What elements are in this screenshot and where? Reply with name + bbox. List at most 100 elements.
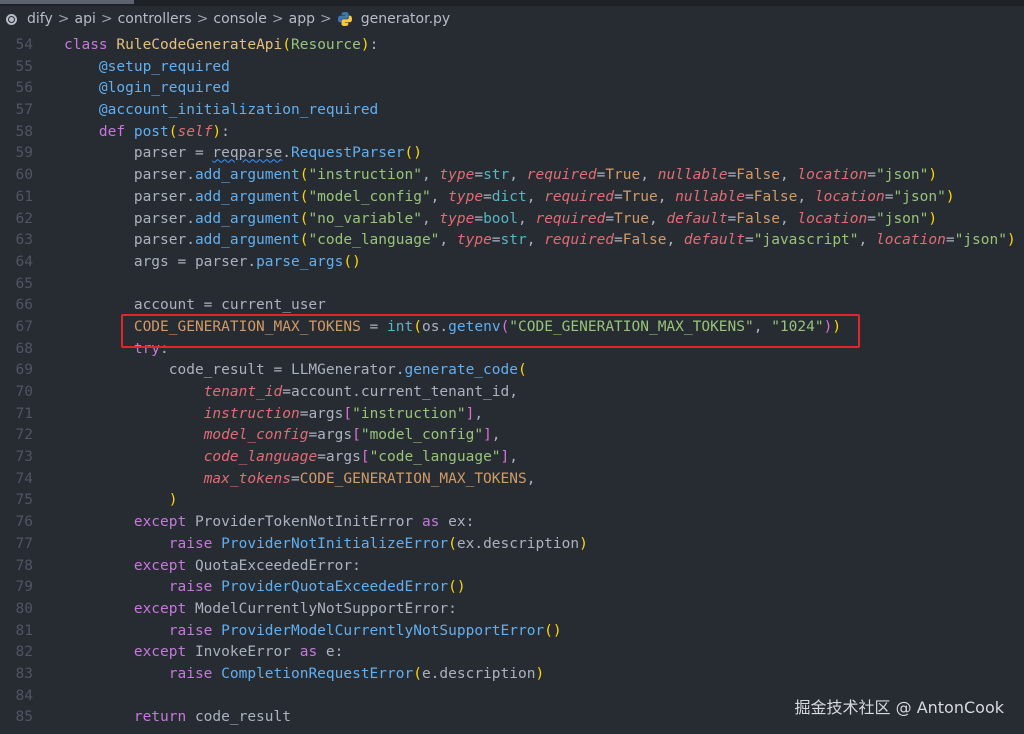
code-line[interactable]: 75 ) [0, 490, 1024, 512]
code-token: ( [413, 665, 422, 682]
code-token: required [535, 210, 606, 227]
code-line[interactable]: 77 raise ProviderNotInitializeError(ex.d… [0, 534, 1024, 556]
code-line[interactable]: 83 raise CompletionRequestError(e.descri… [0, 664, 1024, 686]
line-source: except QuotaExceededError: [64, 556, 361, 578]
code-token: type [456, 232, 492, 249]
code-token: = [727, 167, 737, 184]
code-line[interactable]: 70 tenant_id=account.current_tenant_id, [0, 382, 1024, 404]
code-token: , [666, 232, 684, 249]
code-line[interactable]: 78 except QuotaExceededError: [0, 556, 1024, 578]
breadcrumb-file[interactable]: generator.py [361, 11, 450, 27]
code-token: dict [491, 188, 527, 205]
code-line[interactable]: 65 [0, 274, 1024, 296]
code-token: "code_language" [308, 232, 440, 249]
code-line[interactable]: 71 instruction=args["instruction"], [0, 404, 1024, 426]
code-line[interactable]: 79 raise ProviderQuotaExceededError() [0, 577, 1024, 599]
code-line[interactable]: 61 parser.add_argument("model_config", t… [0, 187, 1024, 209]
code-line[interactable]: 69 code_result = LLMGenerator.generate_c… [0, 360, 1024, 382]
line-source: except ModelCurrentlyNotSupportError: [64, 599, 457, 621]
code-token: model_config [203, 427, 309, 444]
line-source: max_tokens=CODE_GENERATION_MAX_TOKENS, [64, 469, 536, 491]
line-number: 66 [15, 297, 33, 314]
code-token: = [614, 188, 623, 205]
code-token: post [133, 123, 169, 140]
line-source: @setup_required [64, 57, 230, 79]
code-token: [ [352, 427, 361, 444]
code-line[interactable]: 57 @account_initialization_required [0, 100, 1024, 122]
code-token: add_argument [194, 167, 300, 184]
code-line[interactable]: 60 parser.add_argument("instruction", ty… [0, 165, 1024, 187]
code-token: "json" [876, 167, 929, 184]
line-source: return code_result [64, 707, 291, 729]
breadcrumb-item[interactable]: api [74, 11, 95, 27]
code-line[interactable]: 58 def post(self): [0, 122, 1024, 144]
code-token: ex: [439, 514, 475, 531]
code-token: True [605, 167, 641, 184]
code-line[interactable]: 73 code_language=args["code_language"], [0, 447, 1024, 469]
code-token: raise [168, 579, 222, 596]
line-number: 57 [15, 102, 33, 119]
breadcrumb-item[interactable]: controllers [118, 11, 192, 27]
code-line[interactable]: 81 raise ProviderModelCurrentlyNotSuppor… [0, 621, 1024, 643]
record-circle-icon [6, 13, 17, 25]
code-token: @setup_required [98, 58, 230, 75]
code-token: InvokeError [194, 644, 300, 661]
code-token: parse_args [256, 253, 344, 270]
code-token: , [421, 167, 440, 184]
code-line[interactable]: 63 parser.add_argument("code_language", … [0, 230, 1024, 252]
code-token: class [64, 37, 117, 53]
code-line[interactable]: 74 max_tokens=CODE_GENERATION_MAX_TOKENS… [0, 469, 1024, 491]
code-editor[interactable]: 54 class RuleCodeGenerateApi(Resource): 55… [0, 35, 1024, 729]
code-token: RequestParser [290, 145, 405, 162]
line-source: parser.add_argument("instruction", type=… [64, 165, 937, 187]
code-token: "json" [893, 188, 946, 205]
line-number: 77 [15, 535, 33, 552]
code-line[interactable]: 80 except ModelCurrentlyNotSupportError: [0, 599, 1024, 621]
code-token: False [736, 210, 780, 227]
code-line[interactable]: 55 @setup_required [0, 57, 1024, 79]
code-token: = [727, 210, 737, 227]
code-token: , [657, 188, 676, 205]
breadcrumb-item[interactable]: app [289, 11, 315, 27]
line-number: 78 [15, 557, 33, 574]
code-token: account = current_user [64, 297, 326, 314]
code-token: parser. [64, 210, 195, 227]
code-token: bool [483, 210, 518, 227]
code-line[interactable]: 76 except ProviderTokenNotInitError as e… [0, 512, 1024, 534]
code-token: "model_config" [360, 427, 484, 444]
line-number: 59 [15, 145, 33, 162]
breadcrumb-item[interactable]: console [213, 11, 267, 27]
code-line[interactable]: 62 parser.add_argument("no_variable", ty… [0, 209, 1024, 231]
breadcrumb-item[interactable]: dify [27, 11, 53, 27]
line-number: 61 [15, 188, 33, 205]
active-tab-indicator[interactable] [0, 0, 134, 4]
code-token: , [474, 405, 484, 422]
code-token: , [509, 449, 518, 466]
code-token: ) [928, 210, 938, 227]
line-number: 71 [15, 405, 33, 422]
code-line[interactable]: 56 @login_required [0, 78, 1024, 100]
code-token: ] [500, 449, 510, 466]
code-token: = [483, 188, 492, 205]
code-token: add_argument [194, 210, 300, 227]
code-line[interactable]: 72 model_config=args["model_config"], [0, 425, 1024, 447]
code-line[interactable]: 59 parser = reqparse.RequestParser() [0, 143, 1024, 165]
line-source: ) [64, 490, 178, 512]
code-line[interactable]: 64 args = parser.parse_args() [0, 252, 1024, 274]
code-token: "model_config" [308, 188, 431, 205]
code-token: code_result = LLMGenerator. [64, 362, 405, 379]
line-number: 70 [15, 384, 33, 400]
line-number: 68 [15, 340, 33, 357]
line-number: 76 [15, 514, 33, 531]
code-token: = [745, 188, 754, 205]
code-line[interactable]: 82 except InvokeError as e: [0, 642, 1024, 664]
code-token: self [177, 123, 213, 140]
code-line[interactable]: 54 class RuleCodeGenerateApi(Resource): [0, 35, 1024, 57]
